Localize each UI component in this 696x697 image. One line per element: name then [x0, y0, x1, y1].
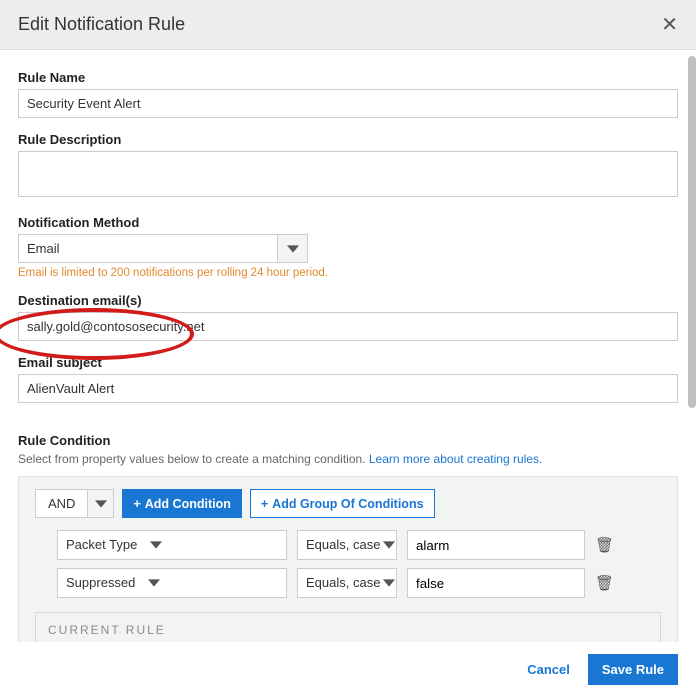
email-subject-input[interactable]: [18, 374, 678, 403]
chevron-down-icon: [381, 531, 396, 559]
condition-operator-select[interactable]: Equals, case inse: [297, 530, 397, 560]
dialog-title: Edit Notification Rule: [18, 14, 185, 35]
chevron-down-icon: [145, 531, 167, 559]
email-subject-label: Email subject: [18, 355, 678, 370]
condition-value-input[interactable]: [407, 568, 585, 598]
rule-condition-box: AND + Add Condition + Add Group Of Condi…: [18, 476, 678, 642]
rule-condition-hint: Select from property values below to cre…: [18, 452, 678, 466]
destination-emails-input[interactable]: [18, 312, 678, 341]
dialog-body: Rule Name Rule Description Notification …: [0, 50, 696, 642]
destination-emails-label: Destination email(s): [18, 293, 678, 308]
condition-row: Packet Type Equals, case inse 🗑: [35, 530, 661, 560]
condition-toolbar: AND + Add Condition + Add Group Of Condi…: [35, 489, 661, 518]
condition-property-select[interactable]: Packet Type: [57, 530, 287, 560]
dialog-header: Edit Notification Rule ✕: [0, 0, 696, 50]
rule-description-label: Rule Description: [18, 132, 678, 147]
condition-value-input[interactable]: [407, 530, 585, 560]
scrollbar[interactable]: [688, 56, 696, 643]
add-group-button[interactable]: + Add Group Of Conditions: [250, 489, 435, 518]
chevron-down-icon: [143, 569, 165, 597]
rule-name-input[interactable]: [18, 89, 678, 118]
add-group-label: Add Group Of Conditions: [272, 497, 423, 511]
cancel-button[interactable]: Cancel: [527, 662, 570, 677]
rule-name-label: Rule Name: [18, 70, 678, 85]
notification-method-select[interactable]: Email: [18, 234, 308, 263]
save-rule-button[interactable]: Save Rule: [588, 654, 678, 685]
join-operator-value: AND: [36, 490, 87, 517]
notification-method-value: Email: [19, 235, 277, 262]
plus-icon: +: [133, 497, 140, 511]
scrollbar-thumb[interactable]: [688, 56, 696, 408]
close-icon[interactable]: ✕: [661, 15, 678, 35]
chevron-down-icon: [87, 490, 113, 517]
condition-operator-value: Equals, case inse: [298, 569, 381, 597]
add-condition-label: Add Condition: [145, 497, 231, 511]
chevron-down-icon: [277, 235, 307, 262]
notification-method-label: Notification Method: [18, 215, 678, 230]
condition-property-value: Suppressed: [58, 569, 143, 597]
condition-property-select[interactable]: Suppressed: [57, 568, 287, 598]
rule-description-input[interactable]: [18, 151, 678, 197]
add-condition-button[interactable]: + Add Condition: [122, 489, 241, 518]
current-rule-title: CURRENT RULE: [48, 623, 648, 637]
dialog-footer: Cancel Save Rule: [0, 642, 696, 697]
email-limit-hint: Email is limited to 200 notifications pe…: [18, 267, 678, 279]
trash-icon[interactable]: 🗑: [595, 574, 614, 592]
plus-icon: +: [261, 497, 268, 511]
trash-icon[interactable]: 🗑: [595, 536, 614, 554]
rule-condition-label: Rule Condition: [18, 433, 678, 448]
condition-row: Suppressed Equals, case inse 🗑: [35, 568, 661, 598]
current-rule-box: CURRENT RULE (packet_type == 'alarm' AND…: [35, 612, 661, 642]
condition-operator-value: Equals, case inse: [298, 531, 381, 559]
edit-notification-rule-dialog: Edit Notification Rule ✕ Rule Name Rule …: [0, 0, 696, 697]
condition-property-value: Packet Type: [58, 531, 145, 559]
learn-more-link[interactable]: Learn more about creating rules.: [369, 452, 542, 466]
chevron-down-icon: [381, 569, 396, 597]
rule-condition-hint-text: Select from property values below to cre…: [18, 452, 369, 466]
join-operator-select[interactable]: AND: [35, 489, 114, 518]
condition-operator-select[interactable]: Equals, case inse: [297, 568, 397, 598]
